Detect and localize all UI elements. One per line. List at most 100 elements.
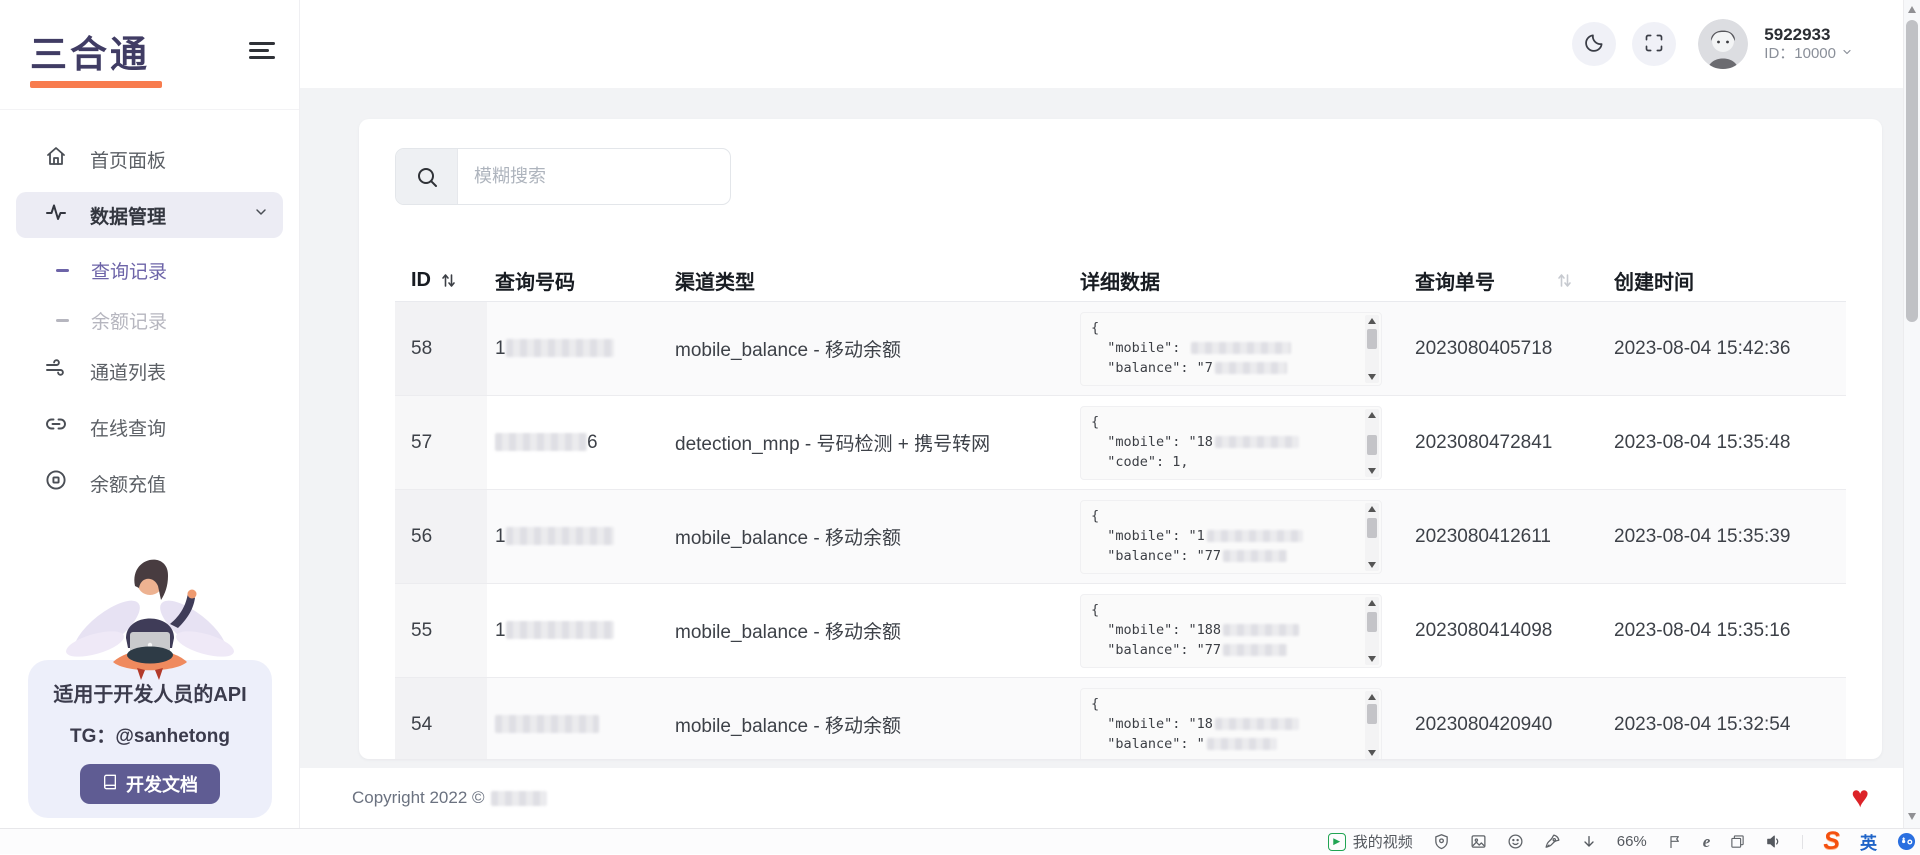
column-header-channel: 渠道类型 [667,266,1072,295]
activity-icon [44,200,68,230]
sidebar-item-label: 余额记录 [91,307,167,334]
screenshot-icon[interactable] [1470,833,1487,850]
table-row[interactable]: 54 mobile_balance - 移动余额 { "mobile": "18… [395,678,1846,759]
page-footer: Copyright 2022 © ♥ [300,768,1903,828]
user-menu[interactable]: 5922933 ID：10000 [1764,24,1853,64]
sidebar-item-label: 余额充值 [90,470,166,497]
scroll-down-arrow[interactable] [1368,468,1376,474]
json-content: { "mobile": "18 "code": 1, [1081,407,1381,479]
logo-underline [30,81,162,88]
sort-icon[interactable] [1557,272,1572,289]
scroll-down-arrow[interactable] [1368,562,1376,568]
restore-window-icon[interactable] [1730,834,1745,849]
scroll-down-arrow[interactable] [1368,656,1376,662]
smiley-icon[interactable] [1507,833,1524,850]
dark-mode-toggle[interactable] [1572,22,1616,66]
json-scrollbar-thumb[interactable] [1367,435,1377,455]
json-content: { "mobile": "18 "balance": " [1081,689,1381,760]
sidebar-item-balance-recharge[interactable]: 余额充值 [16,460,283,506]
dev-docs-button[interactable]: 开发文档 [80,764,220,804]
detail-json-box[interactable]: { "mobile": "188 "balance": "77 [1080,594,1382,668]
scroll-up-arrow[interactable] [1368,412,1376,418]
top-header: 5922933 ID：10000 [300,0,1903,88]
scroll-up-arrow[interactable] [1368,694,1376,700]
search-input[interactable] [458,149,730,204]
row-id: 56 [411,526,432,548]
sidebar-item-label: 查询记录 [91,257,167,284]
sidebar-item-home[interactable]: 首页面板 [16,136,283,182]
brand-logo[interactable]: 三合通 [30,24,162,88]
table-row[interactable]: 58 1 mobile_balance - 移动余额 { "mobile": "… [395,302,1846,396]
detail-json-box[interactable]: { "mobile": "18 "balance": " [1080,688,1382,760]
ime-language-indicator[interactable]: 英 [1860,829,1877,854]
avatar[interactable] [1698,19,1748,69]
scroll-down-arrow[interactable] [1368,750,1376,756]
sogou-tools-icon[interactable] [1897,832,1916,851]
sogou-input-icon[interactable]: S [1823,829,1840,854]
dev-docs-button-label: 开发文档 [126,771,198,797]
scrollbar-thumb[interactable] [1906,20,1918,322]
scroll-down-arrow[interactable] [1368,374,1376,380]
row-channel: detection_mnp - 号码检测 + 携号转网 [675,434,990,455]
my-videos-button[interactable]: ▶ 我的视频 [1328,831,1413,852]
scroll-down-arrow[interactable] [1908,813,1916,820]
scroll-up-arrow[interactable] [1368,600,1376,606]
row-created-at: 2023-08-04 15:42:36 [1614,338,1790,359]
zoom-level[interactable]: 66% [1617,833,1647,850]
fullscreen-button[interactable] [1632,22,1676,66]
shield-icon[interactable] [1433,833,1450,850]
scroll-up-arrow[interactable] [1908,6,1916,13]
browser-taskbar: ▶ 我的视频 66% e S 英 [0,828,1920,854]
speaker-icon[interactable] [1765,833,1782,850]
row-channel: mobile_balance - 移动余额 [675,528,901,549]
flag-icon[interactable] [1667,834,1683,850]
row-order-no: 2023080405718 [1415,338,1552,359]
download-icon[interactable] [1581,834,1597,850]
row-id: 57 [411,432,432,454]
json-scrollbar-thumb[interactable] [1367,704,1377,724]
json-scrollbar[interactable] [1365,409,1379,477]
column-header-id[interactable]: ID [395,269,487,292]
json-scrollbar[interactable] [1365,597,1379,665]
json-scrollbar[interactable] [1365,315,1379,383]
json-scrollbar-thumb[interactable] [1367,612,1377,632]
rocket-icon[interactable] [1544,833,1561,850]
sidebar-item-online-query[interactable]: 在线查询 [16,404,283,450]
detail-json-box[interactable]: { "mobile": "balance": "7 [1080,312,1382,386]
json-scrollbar-thumb[interactable] [1367,518,1377,538]
detail-json-box[interactable]: { "mobile": "18 "code": 1, [1080,406,1382,480]
table-row[interactable]: 55 1 mobile_balance - 移动余额 { "mobile": "… [395,584,1846,678]
row-id-cell: 55 [395,584,487,677]
redacted-phone [506,621,614,639]
json-scrollbar[interactable] [1365,503,1379,571]
detail-json-box[interactable]: { "mobile": "1 "balance": "77 [1080,500,1382,574]
sidebar-item-query-records[interactable]: 查询记录 [16,248,283,292]
developer-illustration [54,542,246,682]
column-header-order[interactable]: 查询单号 [1407,266,1602,295]
scroll-up-arrow[interactable] [1368,318,1376,324]
scroll-up-arrow[interactable] [1368,506,1376,512]
username: 5922933 [1764,24,1853,45]
sidebar-collapse-button[interactable] [247,36,281,64]
redacted-json-value [1207,530,1303,542]
copyright-text: Copyright 2022 © [352,788,547,808]
search-box [395,148,731,205]
redacted-phone [506,339,614,357]
sidebar-item-balance-records[interactable]: 余额记录 [16,298,283,342]
table-row[interactable]: 56 1 mobile_balance - 移动余额 { "mobile": "… [395,490,1846,584]
json-scrollbar[interactable] [1365,691,1379,759]
table-row[interactable]: 57 6 detection_mnp - 号码检测 + 携号转网 { "mobi… [395,396,1846,490]
redacted-site-name [491,791,547,806]
link-icon [44,412,68,442]
sidebar-item-data-management[interactable]: 数据管理 [16,192,283,238]
page-scrollbar[interactable] [1903,0,1920,828]
sort-icon[interactable] [441,272,456,289]
redacted-json-value [1215,718,1299,730]
json-scrollbar-thumb[interactable] [1367,329,1377,349]
table-header-row: ID 查询号码 渠道类型 详细数据 查询单号 创建时间 [395,260,1846,302]
json-content: { "mobile": "1 "balance": "77 [1081,501,1381,573]
row-phone [487,714,667,736]
browser-mode-icon[interactable]: e [1703,832,1711,852]
sidebar-item-channel-list[interactable]: 通道列表 [16,348,283,394]
page-content: ID 查询号码 渠道类型 详细数据 查询单号 创建时间 58 1 mobile_… [300,88,1903,768]
